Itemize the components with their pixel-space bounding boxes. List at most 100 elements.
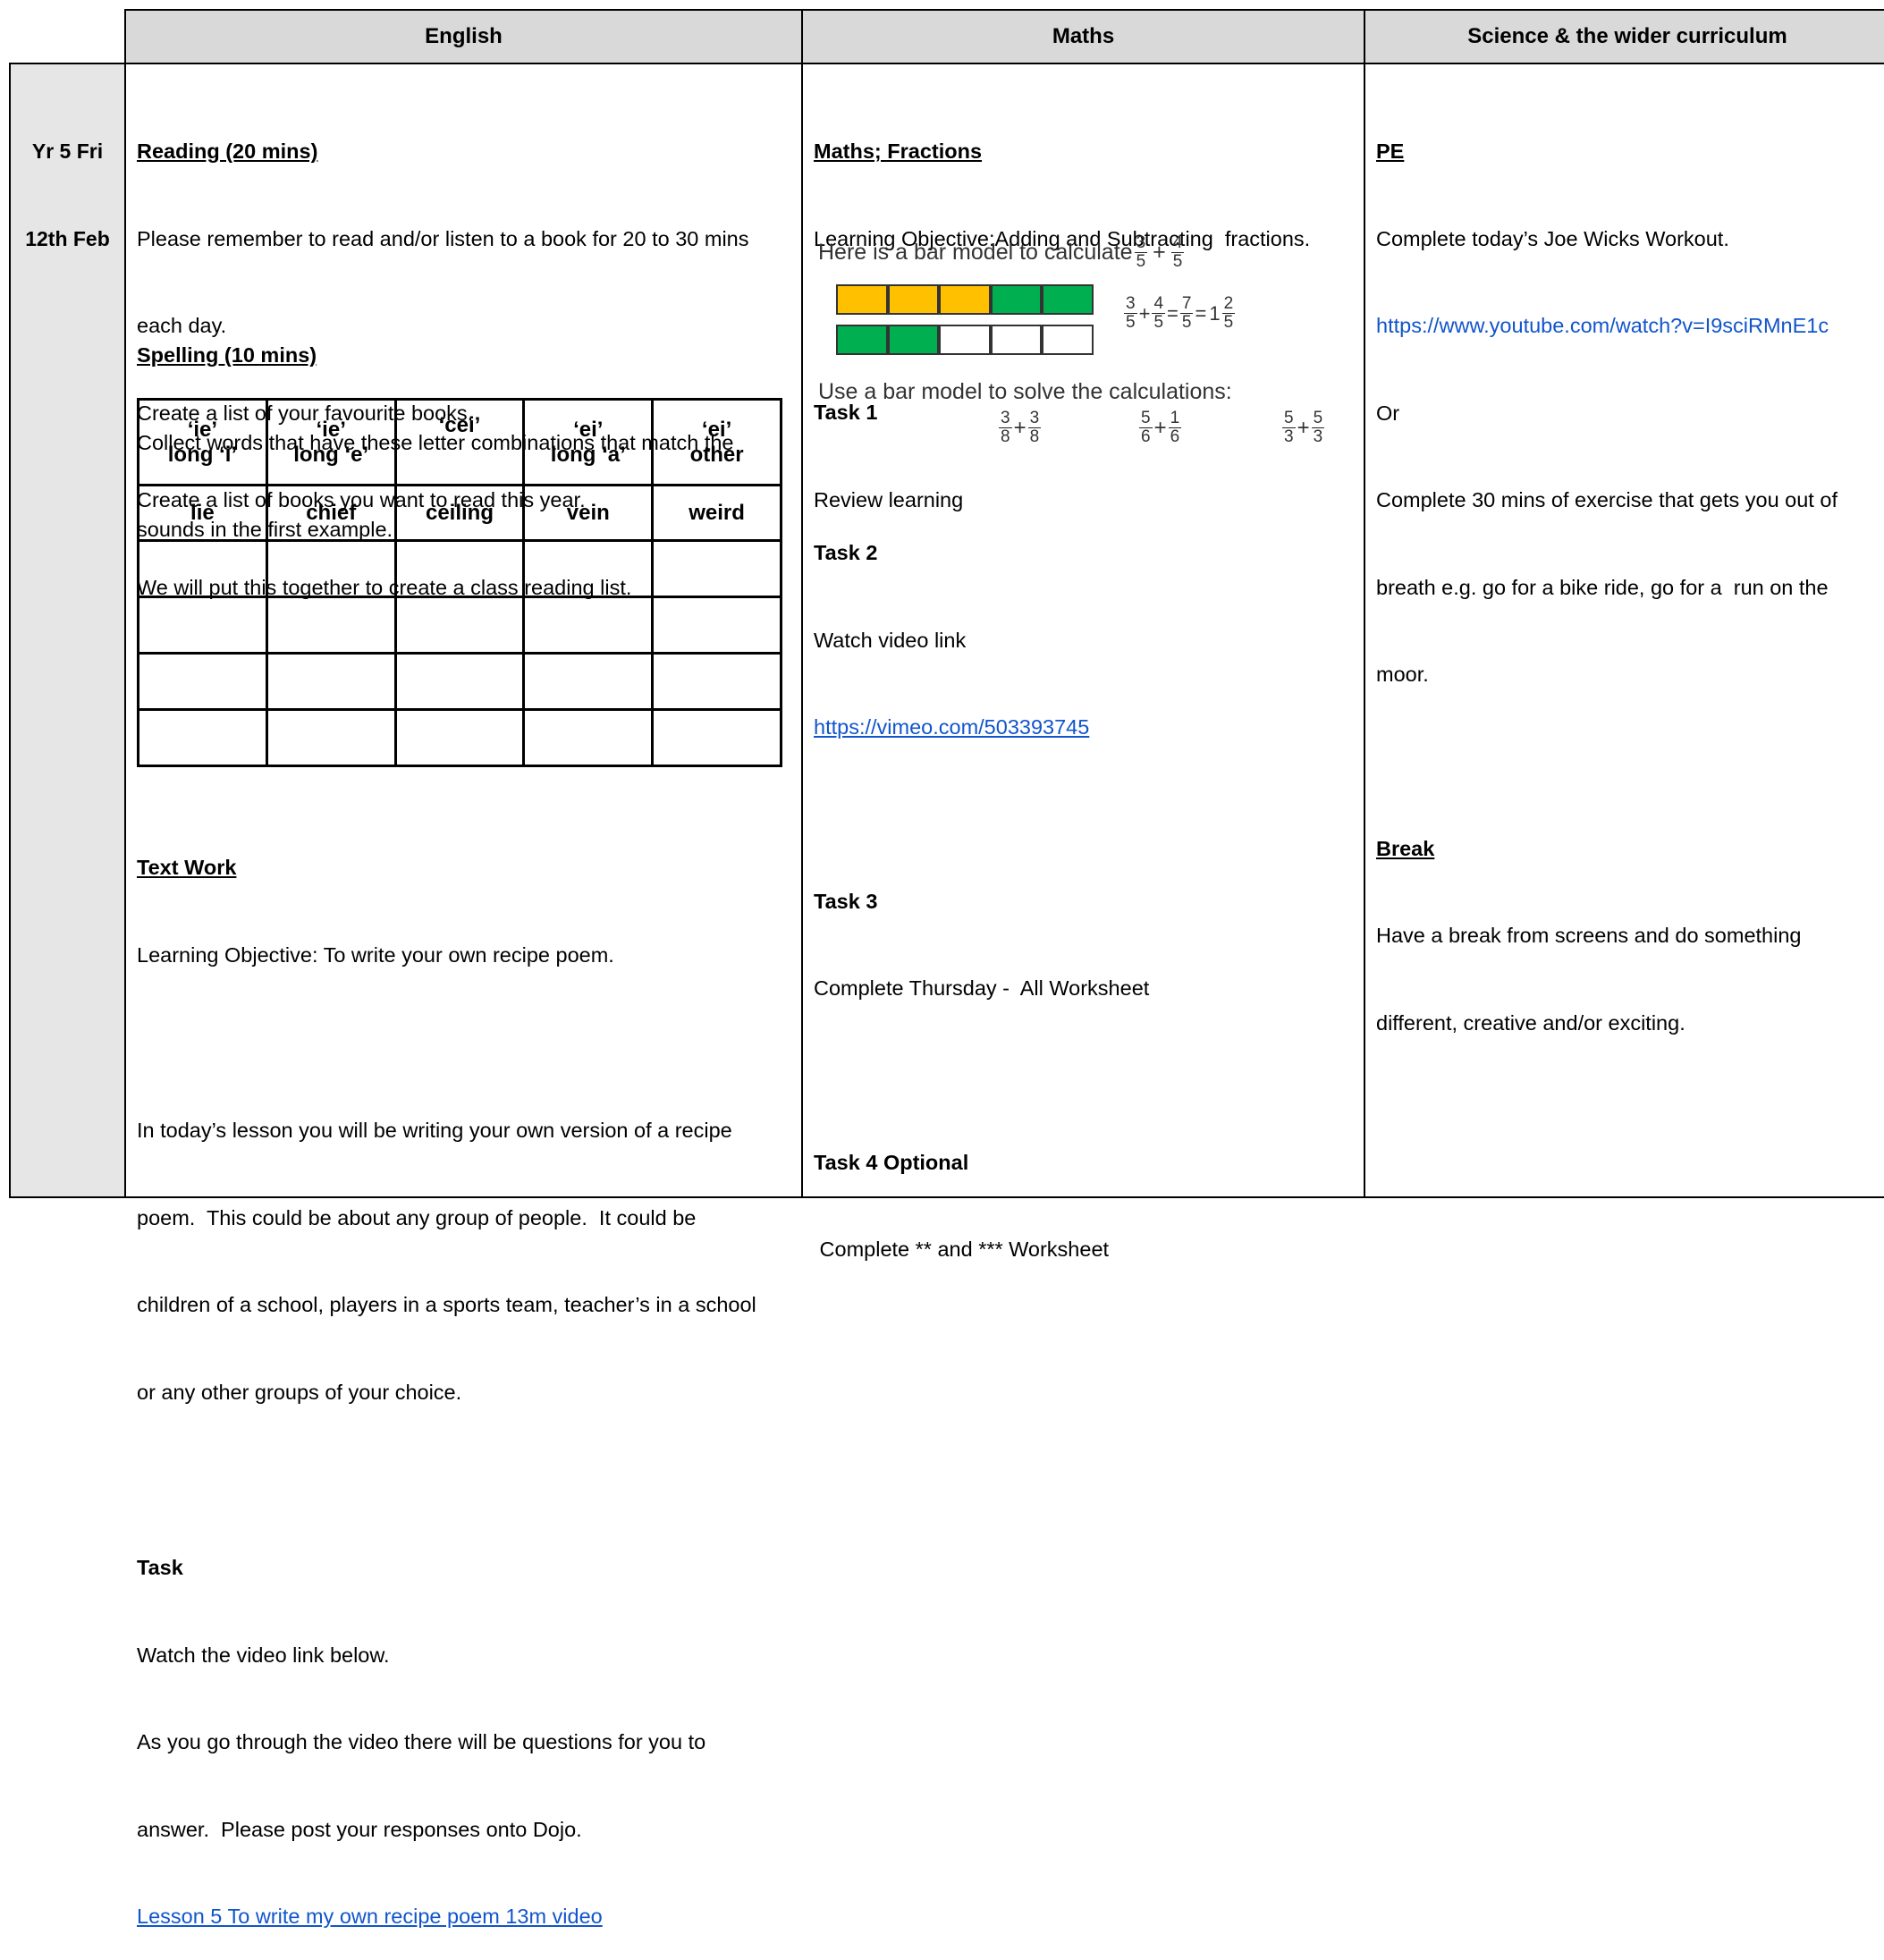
- task2-title: Task 2: [814, 541, 878, 564]
- vimeo-link[interactable]: https://vimeo.com/503393745: [814, 713, 1359, 742]
- break-title: Break: [1376, 836, 1435, 860]
- spelling-example-cell: ceiling: [393, 484, 526, 542]
- spelling-empty-cell: [393, 652, 526, 711]
- header-english: English: [124, 9, 803, 64]
- spelling-example-row: lie chief ceiling vein weird: [137, 484, 782, 542]
- day-line-1: Yr 5 Fri: [31, 139, 104, 163]
- header-science: Science & the wider curriculum: [1364, 9, 1884, 64]
- header-line: long ‘e’: [293, 442, 369, 467]
- denominator: 5: [1181, 313, 1192, 332]
- spelling-example-cell: weird: [651, 484, 782, 542]
- spelling-header-cell: ‘ei’ other: [651, 398, 782, 486]
- numerator: 1: [1168, 409, 1182, 428]
- textwork-section: Text Work Learning Objective: To write y…: [137, 795, 794, 1960]
- day-label: Yr 5 Fri 12th Feb: [9, 79, 126, 283]
- bar-segment: [1042, 284, 1094, 315]
- header-line: long ‘a’: [550, 442, 626, 467]
- fraction: 35: [1134, 234, 1148, 271]
- spelling-empty-cell: [522, 596, 655, 655]
- youtube-link[interactable]: https://www.youtube.com/watch?v=I9sciRMn…: [1376, 311, 1884, 341]
- denominator: 6: [1170, 427, 1180, 446]
- spelling-empty-cell: [651, 652, 782, 711]
- textwork-line: In today’s lesson you will be writing yo…: [137, 1119, 732, 1142]
- denominator: 3: [1284, 427, 1294, 446]
- header-line: ‘cei’: [438, 413, 481, 437]
- numerator: 3: [1124, 294, 1137, 314]
- fraction: 16: [1168, 409, 1182, 446]
- maths-title: Maths; Fractions: [814, 139, 983, 163]
- spelling-empty-cell: [137, 596, 268, 655]
- fraction: 38: [1027, 409, 1042, 446]
- numerator: 4: [1170, 233, 1185, 253]
- spelling-empty-cell: [265, 708, 397, 767]
- fraction: 45: [1152, 294, 1166, 332]
- pe-alt-line: Complete 30 mins of exercise that gets y…: [1376, 488, 1838, 511]
- denominator: 6: [1141, 427, 1151, 446]
- denominator: 5: [1153, 313, 1164, 332]
- bar-segment: [1042, 325, 1094, 355]
- calc-3: 53 + 53: [1280, 410, 1326, 446]
- task-line: As you go through the video there will b…: [137, 1730, 706, 1753]
- bar-model-equation: 35 + 45 = 75 = 1 25: [1122, 295, 1237, 332]
- spelling-empty-cell: [137, 539, 268, 598]
- task3-text: Complete Thursday - All Worksheet: [814, 976, 1150, 1000]
- break-line: different, creative and/or exciting.: [1376, 1010, 1685, 1035]
- spelling-header-cell: ‘cei’: [393, 398, 526, 486]
- spelling-empty-cell: [393, 596, 526, 655]
- reading-title: Reading (20 mins): [137, 139, 318, 163]
- spelling-empty-cell: [651, 708, 782, 767]
- header-science-label: Science & the wider curriculum: [1467, 24, 1787, 48]
- plus-sign: +: [1153, 415, 1167, 440]
- numerator: 4: [1152, 294, 1166, 314]
- spelling-empty-cell: [137, 652, 268, 711]
- bar-segment: [939, 284, 991, 315]
- spelling-empty-cell: [265, 652, 397, 711]
- or-text: Or: [1376, 401, 1400, 425]
- task-title: Task: [137, 1556, 183, 1579]
- spelling-empty-row: [137, 596, 782, 655]
- fraction: 53: [1311, 410, 1325, 446]
- lesson-video-link[interactable]: Lesson 5 To write my own recipe poem 13m…: [137, 1902, 794, 1931]
- task4-text: Complete ** and *** Worksheet: [814, 1238, 1110, 1261]
- numerator: 3: [1027, 409, 1042, 428]
- spelling-header-cell: ‘ie’ long ‘i’: [137, 398, 268, 486]
- spelling-table-header-row: ‘ie’ long ‘i’ ‘ie’ long ‘e’ ‘cei’ ‘ei’ long…: [137, 398, 782, 486]
- spelling-title: Spelling (10 mins): [137, 343, 317, 367]
- bar-model-prompt: Use a bar model to solve the calculation…: [818, 379, 1232, 404]
- spelling-empty-cell: [651, 596, 782, 655]
- fraction: 38: [999, 410, 1012, 446]
- task-line: answer. Please post your responses onto …: [137, 1817, 582, 1841]
- numerator: 2: [1221, 294, 1236, 314]
- spelling-empty-cell: [137, 708, 268, 767]
- textwork-objective: Learning Objective: To write your own re…: [137, 942, 614, 967]
- spelling-empty-cell: [393, 708, 526, 767]
- spelling-header-cell: ‘ie’ long ‘e’: [265, 398, 397, 486]
- reading-line: Please remember to read and/or listen to…: [137, 226, 749, 250]
- denominator: 5: [1172, 252, 1183, 271]
- numerator: 5: [1139, 409, 1153, 428]
- bar-segment: [887, 284, 940, 315]
- header-line: ‘ie’: [187, 417, 218, 442]
- denominator: 5: [1126, 313, 1136, 332]
- pe-text: Complete today’s Joe Wicks Workout.: [1376, 226, 1729, 250]
- plus-sign: +: [1153, 240, 1166, 265]
- calc-1: 38 + 38: [997, 410, 1043, 446]
- bar-segment: [836, 284, 888, 315]
- pe-alt-line: moor.: [1376, 663, 1429, 686]
- fraction: 53: [1282, 410, 1296, 446]
- header-maths-label: Maths: [1052, 24, 1115, 48]
- bar-segment: [887, 325, 940, 355]
- header-line: ‘ie’: [316, 417, 346, 442]
- plus-sign: +: [1138, 301, 1151, 325]
- maths-tasks: Task 2 Watch video link https://vimeo.co…: [814, 480, 1359, 1293]
- pe-title: PE: [1376, 139, 1405, 163]
- header-line: ‘ei’: [701, 417, 732, 442]
- spelling-empty-cell: [522, 539, 655, 598]
- bar-segment: [836, 325, 888, 355]
- denominator: 5: [1136, 252, 1146, 271]
- denominator: 5: [1223, 313, 1234, 332]
- spelling-empty-row: [137, 708, 782, 767]
